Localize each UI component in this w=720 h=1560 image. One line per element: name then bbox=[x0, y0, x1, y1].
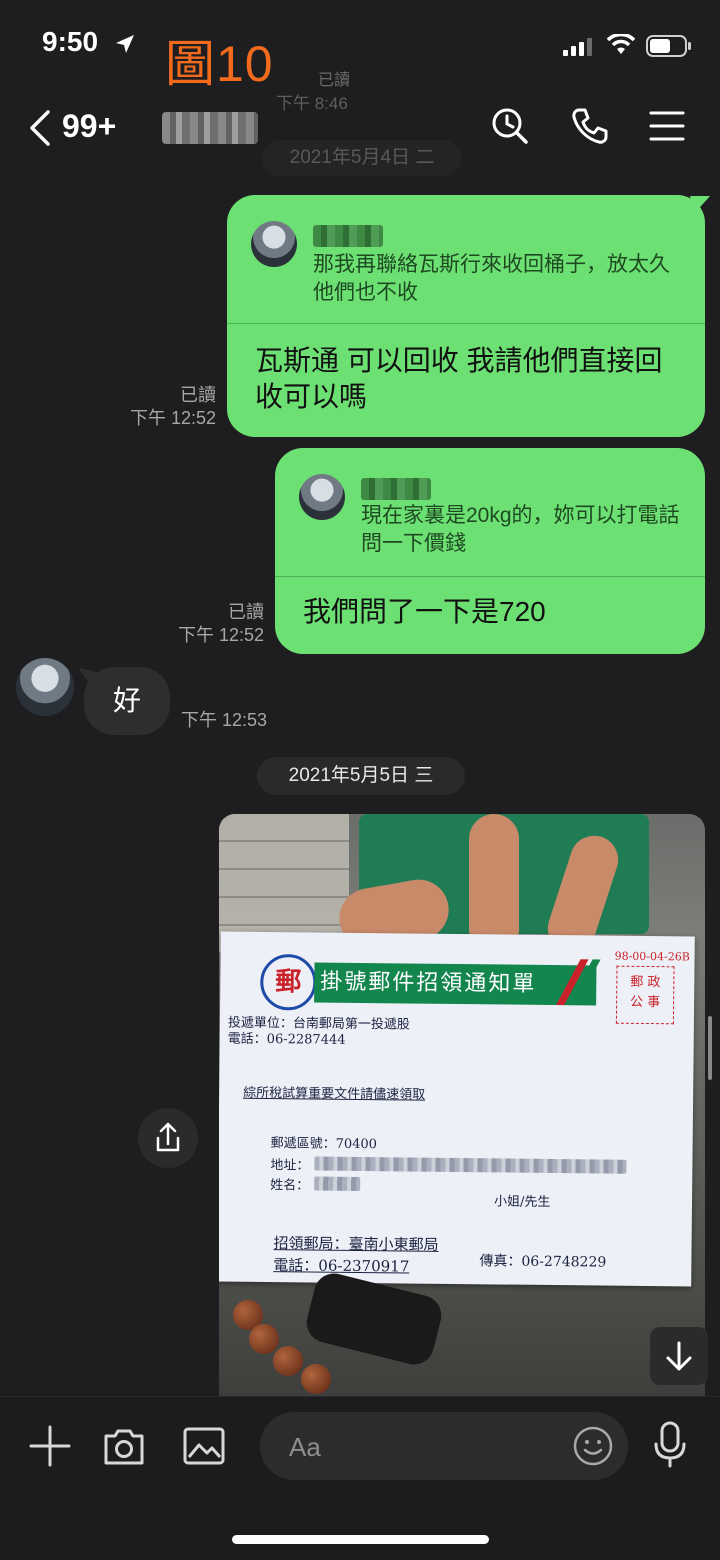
name-label: 姓名： bbox=[270, 1178, 310, 1194]
search-icon[interactable] bbox=[490, 106, 530, 146]
unread-count[interactable]: 99+ bbox=[62, 108, 116, 145]
official-stamp: 郵 政 公 事 bbox=[615, 965, 675, 1025]
battery-icon bbox=[646, 35, 691, 57]
quoted-user-name-redacted bbox=[361, 478, 431, 500]
phone-call-icon[interactable] bbox=[570, 106, 610, 146]
postal-logo: 郵 bbox=[260, 953, 317, 1011]
quoted-user-avatar bbox=[299, 474, 345, 520]
notice-headline: 綜所稅試算重要文件請儘速領取 bbox=[243, 1085, 426, 1103]
arrow-down-icon bbox=[666, 1341, 692, 1371]
photo-bead bbox=[273, 1346, 303, 1376]
zip-code: 郵遞區號：70400 bbox=[270, 1136, 378, 1153]
pickup-phone: 電話：06-2370917 bbox=[273, 1256, 410, 1276]
photo-bead bbox=[249, 1324, 279, 1354]
read-receipt: 已讀 bbox=[228, 602, 264, 622]
quote-divider bbox=[275, 576, 705, 577]
quoted-user-name-redacted bbox=[313, 225, 383, 247]
message-time: 下午 12:52 bbox=[129, 408, 216, 428]
outgoing-message-bubble[interactable]: 那我再聯絡瓦斯行來收回桶子，放太久他們也不收 瓦斯通 可以回收 我請他們直接回收… bbox=[227, 195, 705, 437]
outgoing-message-bubble[interactable]: 現在家裏是20kg的，妳可以打電話問一下價錢 我們問了一下是720 bbox=[275, 448, 705, 654]
image-gallery-icon[interactable] bbox=[182, 1424, 226, 1468]
menu-icon[interactable] bbox=[648, 106, 686, 146]
salutation: 小姐/先生 bbox=[493, 1194, 551, 1210]
microphone-icon[interactable] bbox=[650, 1420, 690, 1470]
message-time: 下午 12:52 bbox=[177, 625, 264, 645]
postal-notice-paper: 郵 掛號郵件招領通知單 98-00-04-26B 郵 政 公 事 投遞單位：台南… bbox=[219, 931, 695, 1287]
quoted-user-avatar bbox=[251, 221, 297, 267]
name-redacted bbox=[314, 1176, 361, 1192]
date-separator: 2021年5月5日 三 bbox=[257, 757, 465, 795]
emoji-icon[interactable] bbox=[572, 1425, 614, 1467]
back-chevron-icon[interactable] bbox=[28, 110, 52, 146]
message-time: 下午 12:53 bbox=[181, 710, 268, 730]
address-redacted bbox=[314, 1156, 627, 1174]
share-icon bbox=[156, 1122, 180, 1152]
message-text: 我們問了一下是720 bbox=[303, 596, 546, 627]
share-button[interactable] bbox=[138, 1108, 198, 1168]
read-receipt: 已讀 bbox=[180, 385, 216, 405]
contact-name-redacted bbox=[162, 112, 258, 144]
decorative-stripes bbox=[556, 959, 601, 1006]
photo-message[interactable]: 郵 掛號郵件招領通知單 98-00-04-26B 郵 政 公 事 投遞單位：台南… bbox=[219, 814, 705, 1396]
quote-divider bbox=[227, 323, 705, 324]
address-label: 地址： bbox=[270, 1158, 310, 1174]
message-text: 瓦斯通 可以回收 我請他們直接回收可以嗎 bbox=[255, 345, 663, 412]
incoming-message-bubble[interactable]: 好 bbox=[84, 667, 170, 735]
photo-bead bbox=[301, 1364, 331, 1394]
pickup-office: 招領郵局：臺南小東郵局 bbox=[273, 1234, 439, 1254]
contact-avatar[interactable] bbox=[16, 658, 74, 716]
message-input-placeholder: Aa bbox=[289, 1432, 321, 1462]
photo-finger bbox=[469, 814, 519, 954]
delivery-phone: 電話：06-2287444 bbox=[227, 1031, 346, 1048]
wifi-icon bbox=[606, 34, 636, 54]
status-time: 9:50 bbox=[42, 26, 99, 57]
signal-icon bbox=[563, 38, 592, 56]
scrollbar[interactable] bbox=[708, 1016, 712, 1080]
scroll-to-bottom-button[interactable] bbox=[650, 1327, 708, 1385]
plus-icon[interactable] bbox=[28, 1424, 72, 1468]
pickup-fax: 傳真：06-2748229 bbox=[479, 1253, 607, 1271]
quoted-message-text: 現在家裏是20kg的，妳可以打電話問一下價錢 bbox=[361, 504, 680, 555]
figure-label: 圖10 bbox=[165, 36, 274, 92]
home-indicator[interactable] bbox=[232, 1535, 489, 1544]
form-code: 98-00-04-26B bbox=[614, 949, 690, 964]
camera-icon[interactable] bbox=[102, 1424, 146, 1468]
location-arrow-icon bbox=[116, 35, 134, 53]
photo-watch bbox=[302, 1269, 446, 1369]
quoted-message-text: 那我再聯絡瓦斯行來收回桶子，放太久他們也不收 bbox=[313, 253, 670, 304]
faded-read-label: 已讀 bbox=[318, 72, 351, 89]
